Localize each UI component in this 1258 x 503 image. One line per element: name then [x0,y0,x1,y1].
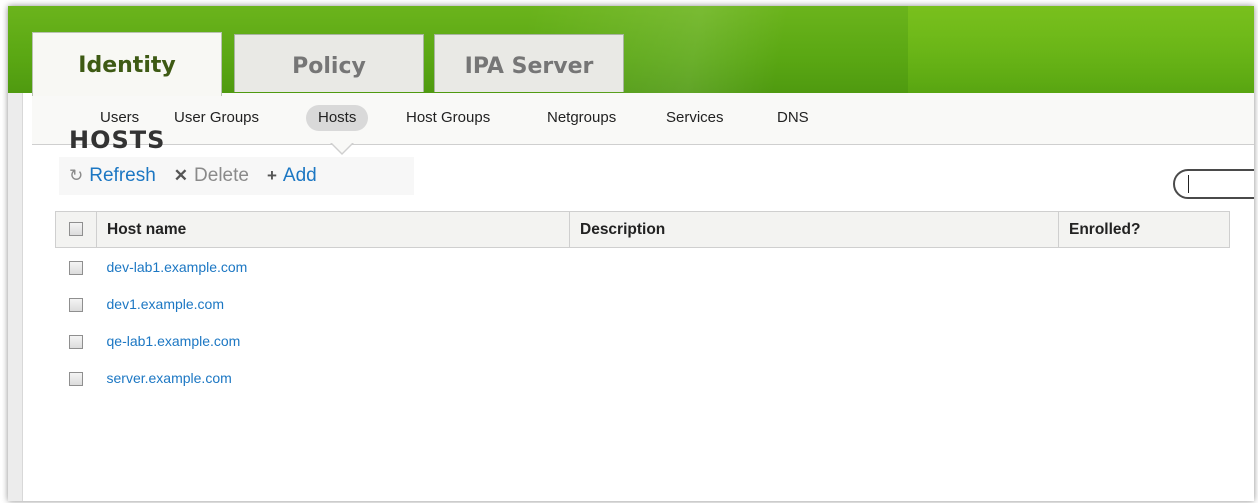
tab-ipa-server[interactable]: IPA Server [434,34,624,92]
header-bar: Identity Policy IPA Server [8,6,1254,96]
subnav-dns[interactable]: DNS [765,105,821,131]
enrolled-cell [1059,359,1230,396]
tab-identity[interactable]: Identity [32,32,222,96]
host-link[interactable]: dev1.example.com [107,296,225,312]
row-checkbox[interactable] [69,260,83,275]
subnav-host-groups[interactable]: Host Groups [394,105,502,131]
left-border [8,93,23,501]
host-link[interactable]: server.example.com [107,370,232,386]
sub-navigation: Users User Groups Hosts Host Groups Netg… [32,93,1254,145]
x-icon: ✕ [173,166,189,185]
host-link[interactable]: dev-lab1.example.com [107,259,248,275]
delete-label: Delete [194,165,249,186]
tab-label: Policy [292,54,366,79]
row-checkbox-cell [56,359,97,396]
column-header-enrolled[interactable]: Enrolled? [1058,211,1230,248]
column-header-host-name[interactable]: Host name [96,211,570,248]
enrolled-cell [1059,285,1230,322]
table-row: dev1.example.com [56,285,1230,322]
enrolled-cell [1059,322,1230,359]
refresh-icon: ↻ [69,166,84,185]
select-all-checkbox[interactable] [69,222,83,237]
subnav-netgroups[interactable]: Netgroups [535,105,628,131]
page-title: HOSTS [69,126,166,154]
row-checkbox-cell [56,285,97,322]
table-row: server.example.com [56,359,1230,396]
subnav-services[interactable]: Services [654,105,736,131]
refresh-button[interactable]: ↻ Refresh [69,165,156,187]
host-link[interactable]: qe-lab1.example.com [107,333,241,349]
table-header-row: Host name Description Enrolled? [55,211,1230,248]
add-button[interactable]: + Add [267,165,317,187]
table-row: dev-lab1.example.com [56,248,1230,286]
app-window: Identity Policy IPA Server Users User Gr… [8,6,1254,501]
row-checkbox[interactable] [69,297,83,312]
description-cell [570,359,1059,396]
hosts-table: Host name Description Enrolled? dev-lab1… [55,211,1230,396]
text-cursor [1188,175,1189,193]
plus-icon: + [266,166,277,185]
subnav-user-groups[interactable]: User Groups [162,105,271,131]
row-checkbox-cell [56,322,97,359]
add-label: Add [282,165,317,186]
enrolled-cell [1059,248,1230,286]
row-checkbox[interactable] [69,371,83,386]
tab-label: IPA Server [464,54,594,79]
subnav-hosts[interactable]: Hosts [306,105,369,131]
column-header-description[interactable]: Description [569,211,1059,248]
tab-label: Identity [78,53,176,78]
delete-button[interactable]: ✕ Delete [174,165,249,187]
active-caret [330,142,354,155]
search-input[interactable] [1173,169,1254,199]
description-cell [570,285,1059,322]
refresh-label: Refresh [89,165,156,186]
description-cell [570,322,1059,359]
table-row: qe-lab1.example.com [56,322,1230,359]
tab-policy[interactable]: Policy [234,34,424,92]
select-all-cell [55,211,97,248]
action-bar: ↻ Refresh ✕ Delete + Add [59,157,414,195]
row-checkbox-cell [56,248,97,286]
description-cell [570,248,1059,286]
row-checkbox[interactable] [69,334,83,349]
